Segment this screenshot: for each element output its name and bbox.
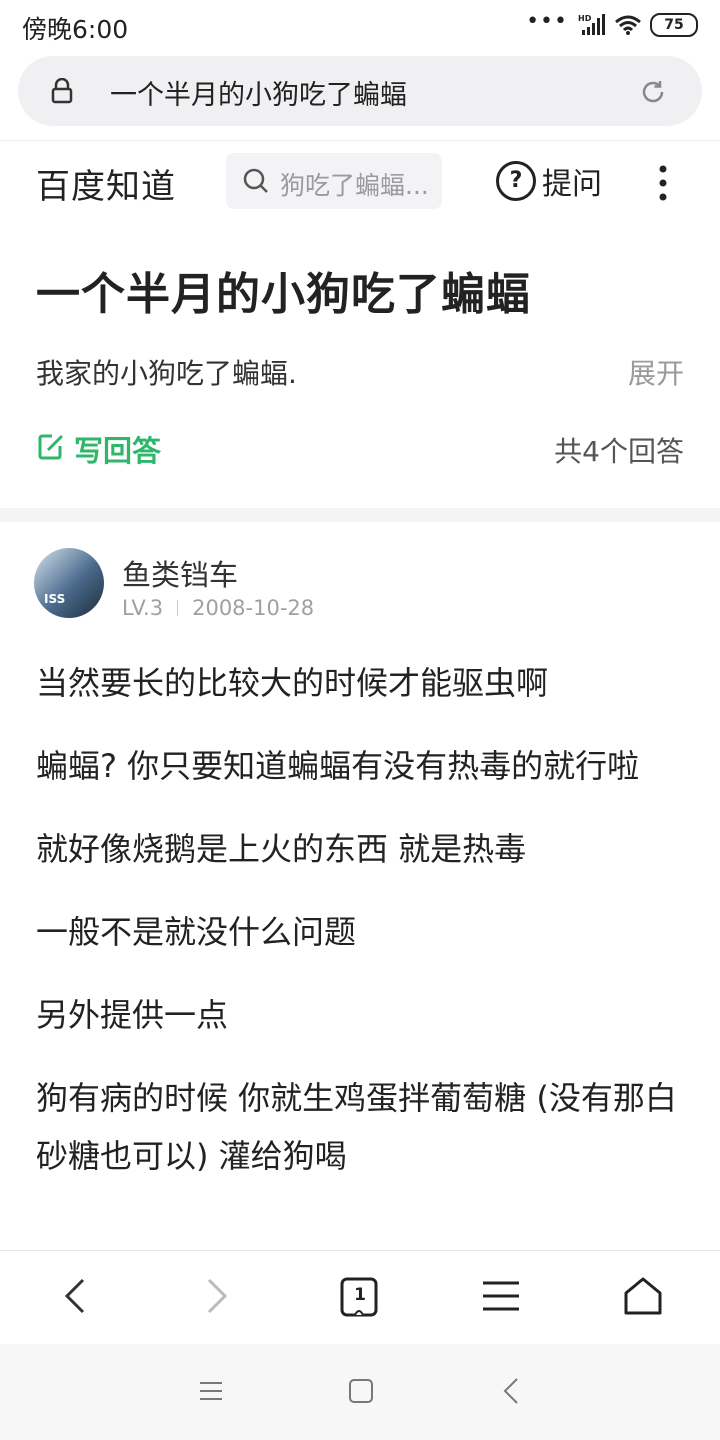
- url-text[interactable]: 一个半月的小狗吃了蝙蝠: [110, 73, 407, 112]
- write-answer-label: 写回答: [74, 434, 162, 468]
- lock-icon: [50, 77, 74, 108]
- menu-button[interactable]: [476, 1273, 526, 1323]
- signal-icon: HD: [576, 13, 606, 37]
- question-icon: ?: [496, 161, 536, 201]
- site-header: 百度知道 狗吃了蝙蝠... ? 提问: [0, 140, 720, 227]
- search-icon: [242, 167, 270, 199]
- more-dots-status-icon: •••: [526, 9, 568, 34]
- forward-button[interactable]: [192, 1273, 242, 1323]
- status-time: 傍晚6:00: [22, 15, 129, 44]
- section-divider: [0, 508, 720, 522]
- network-badge: HD: [578, 14, 592, 23]
- avatar[interactable]: ISS: [34, 548, 104, 618]
- expand-link[interactable]: 展开: [628, 352, 684, 392]
- site-search-input[interactable]: 狗吃了蝙蝠...: [226, 153, 442, 209]
- ask-button[interactable]: ? 提问: [496, 159, 602, 203]
- status-bar: 傍晚6:00 ••• HD 75: [0, 0, 720, 52]
- system-menu-button[interactable]: [196, 1378, 226, 1408]
- hamburger-menu-icon: [481, 1279, 521, 1317]
- wifi-icon: [614, 14, 642, 36]
- reload-icon[interactable]: [638, 77, 668, 111]
- meta-separator: [177, 600, 179, 616]
- back-button[interactable]: [50, 1273, 100, 1323]
- address-bar[interactable]: 一个半月的小狗吃了蝙蝠: [18, 56, 702, 126]
- more-vertical-icon[interactable]: [656, 163, 670, 207]
- ask-label: 提问: [542, 167, 602, 202]
- answer-count: 共4个回答: [554, 435, 684, 468]
- author-level: LV.3: [122, 596, 164, 620]
- answer-paragraph: 当然要长的比较大的时候才能驱虫啊: [36, 664, 549, 702]
- home-icon: [623, 1276, 663, 1320]
- system-home-button[interactable]: [346, 1378, 376, 1408]
- question-body: 我家的小狗吃了蝙蝠.: [36, 357, 297, 390]
- site-search-placeholder: 狗吃了蝙蝠...: [280, 171, 429, 200]
- square-icon: [348, 1378, 374, 1408]
- chevron-right-icon: [205, 1277, 229, 1319]
- battery-icon: 75: [650, 13, 698, 37]
- answer-paragraph: 一般不是就没什么问题: [36, 913, 357, 951]
- answer-author[interactable]: 鱼类铛车: [122, 552, 238, 594]
- tabs-icon: 1: [335, 1273, 385, 1323]
- system-back-button[interactable]: [496, 1378, 526, 1408]
- answer-date: 2008-10-28: [192, 596, 315, 620]
- answer-meta: LV.3 2008-10-28: [122, 596, 314, 620]
- avatar-mark: ISS: [44, 592, 66, 606]
- answer-paragraph: 狗有病的时候 你就生鸡蛋拌葡萄糖 (没有那白砂糖也可以) 灌给狗喝: [36, 1079, 677, 1175]
- browser-toolbar: 1: [0, 1250, 720, 1345]
- system-nav-bar: [0, 1344, 720, 1440]
- answer-content: 当然要长的比较大的时候才能驱虫啊 蝙蝠? 你只要知道蝙蝠有没有热毒的就行啦 就好…: [36, 654, 686, 1210]
- home-button[interactable]: [618, 1273, 668, 1323]
- answer-paragraph: 另外提供一点: [36, 996, 229, 1034]
- site-logo[interactable]: 百度知道: [36, 159, 176, 208]
- content-fade: [0, 1170, 720, 1250]
- tabs-button[interactable]: 1: [335, 1273, 385, 1323]
- back-triangle-icon: [502, 1377, 520, 1409]
- answer-paragraph: 就好像烧鹅是上火的东西 就是热毒: [36, 830, 527, 868]
- write-answer-button[interactable]: 写回答: [36, 428, 161, 470]
- menu-lines-icon: [198, 1380, 224, 1406]
- status-icons: ••• HD 75: [526, 9, 698, 38]
- answer-paragraph: 蝙蝠? 你只要知道蝙蝠有没有热毒的就行啦: [36, 747, 640, 785]
- chevron-left-icon: [63, 1277, 87, 1319]
- tabs-count: 1: [354, 1285, 366, 1305]
- question-title: 一个半月的小狗吃了蝙蝠: [36, 269, 531, 320]
- edit-icon: [36, 432, 66, 466]
